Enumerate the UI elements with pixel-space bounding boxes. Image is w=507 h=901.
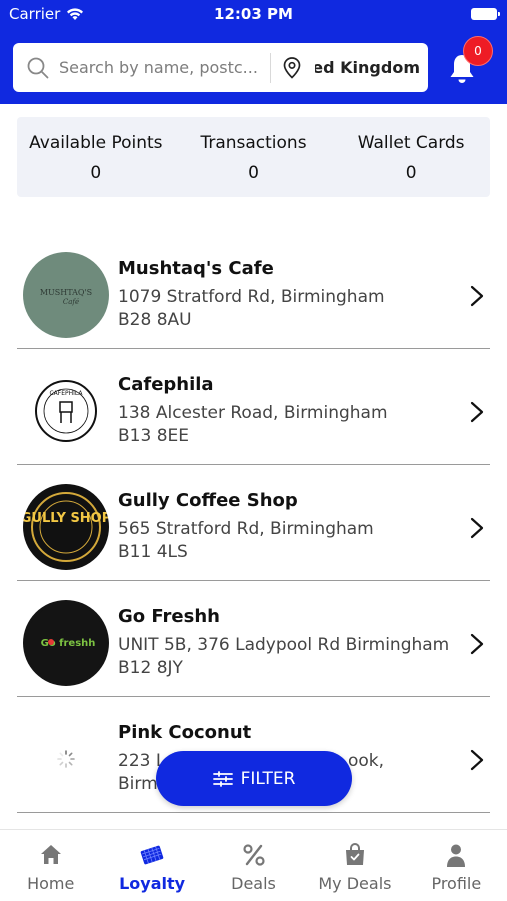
address-line: 1079 Stratford Rd, Birmingham [118,287,385,307]
merchant-logo: MUSHTAQ'S Café [23,252,109,338]
merchant-name: Go Freshh [118,606,220,627]
merchant-address: 1079 Stratford Rd, Birmingham B28 8AU [118,286,458,332]
logo-text: GULLY SHOP [23,511,109,526]
chevron-right-icon[interactable] [470,749,484,771]
address-line: 138 Alcester Road, Birmingham [118,403,388,423]
merchant-name: Mushtaq's Cafe [118,258,274,279]
app-header: Carrier 12:03 PM Search by name, postc..… [0,0,507,104]
merchant-row-gully-coffee-shop[interactable]: GULLY SHOP Gully Coffee Shop 565 Stratfo… [17,465,490,581]
merchant-list: MUSHTAQ'S Café Mushtaq's Cafe 1079 Strat… [17,233,490,813]
loyalty-stats-card: Available Points 0 Transactions 0 Wallet… [17,117,490,197]
go-freshh-logo-icon: Go freshh [26,603,106,683]
stat-label: Available Points [29,133,163,153]
stat-transactions[interactable]: Transactions 0 [175,117,333,197]
stat-label: Transactions [200,133,307,153]
search-field-wrap[interactable]: Search by name, postc... [13,57,270,79]
chevron-right-icon[interactable] [470,517,484,539]
notification-badge[interactable]: 0 [463,36,493,66]
stat-available-points[interactable]: Available Points 0 [17,117,175,197]
merchant-logo: CAFEPHILA [23,368,109,454]
address-line: UNIT 5B, 376 Ladypool Rd Birmingham [118,635,450,655]
chevron-right-icon[interactable] [470,633,484,655]
tab-label: My Deals [318,874,392,893]
loading-spinner-icon [57,750,75,768]
tab-deals[interactable]: Deals [203,830,304,901]
tab-loyalty[interactable]: Loyalty [101,830,202,901]
tab-label: Home [27,874,75,893]
logo-text: CAFEPHILA [49,390,83,397]
chevron-right-icon[interactable] [470,401,484,423]
merchant-name: Pink Coconut [118,722,252,743]
stat-value: 0 [90,163,102,183]
person-icon [447,844,466,867]
search-input[interactable]: Search by name, postc... [59,58,264,77]
address-postcode: B28 8AU [118,310,192,330]
tab-my-deals[interactable]: My Deals [304,830,405,901]
merchant-row-mushtaqs-cafe[interactable]: MUSHTAQ'S Café Mushtaq's Cafe 1079 Strat… [17,233,490,349]
stat-value: 0 [405,163,417,183]
shopping-bag-icon [345,843,364,865]
loyalty-card-icon [140,845,164,865]
filter-button[interactable]: FILTER [156,751,352,806]
clock: 12:03 PM [214,5,293,23]
sliders-icon [212,770,233,787]
stat-wallet-cards[interactable]: Wallet Cards 0 [332,117,490,197]
merchant-address: 138 Alcester Road, Birmingham B13 8EE [118,402,458,448]
location-selector[interactable]: ted Kingdom [271,56,426,79]
search-icon [27,57,49,78]
svg-text:Café: Café [63,298,79,306]
merchant-name: Gully Coffee Shop [118,490,298,511]
tab-label: Profile [431,874,482,893]
address-line-tail: ook, [348,751,385,771]
tab-label: Deals [231,874,276,893]
merchant-logo: Go freshh [23,600,109,686]
merchant-row-go-freshh[interactable]: Go freshh Go Freshh UNIT 5B, 376 Ladypoo… [17,581,490,697]
location-pin-icon [283,56,301,79]
merchant-logo: GULLY SHOP [23,484,109,570]
filter-label: FILTER [240,768,296,789]
tab-profile[interactable]: Profile [406,830,507,901]
home-icon [40,845,61,864]
tab-label: Loyalty [119,874,186,893]
gully-logo-icon: GULLY SHOP [23,492,109,562]
stat-label: Wallet Cards [357,133,465,153]
percent-icon [242,844,265,866]
address-postcode: B12 8JY [118,658,183,678]
chevron-right-icon[interactable] [470,285,484,307]
merchant-address: 565 Stratford Rd, Birmingham B11 4LS [118,518,458,564]
merchant-name: Cafephila [118,374,214,395]
location-value[interactable]: ted Kingdom [315,58,420,77]
mushtaqs-logo-icon: MUSHTAQ'S Café [40,288,92,306]
logo-text: MUSHTAQ'S [40,288,92,297]
address-postcode: B11 4LS [118,542,188,562]
bottom-tab-bar: Home Loyalty Deals My Deals Profile [0,829,507,901]
merchant-row-cafephila[interactable]: CAFEPHILA Cafephila 138 Alcester Road, B… [17,349,490,465]
search-bar: Search by name, postc... ted Kingdom [13,43,428,92]
cafephila-logo-icon: CAFEPHILA [35,380,97,442]
stat-value: 0 [248,163,259,183]
battery-icon [471,8,500,20]
merchant-address: UNIT 5B, 376 Ladypool Rd Birmingham B12 … [118,634,458,680]
address-line: 565 Stratford Rd, Birmingham [118,519,374,539]
status-bar: Carrier 12:03 PM [0,0,507,30]
address-postcode: B13 8EE [118,426,189,446]
tab-home[interactable]: Home [0,830,101,901]
merchant-logo [23,716,109,802]
